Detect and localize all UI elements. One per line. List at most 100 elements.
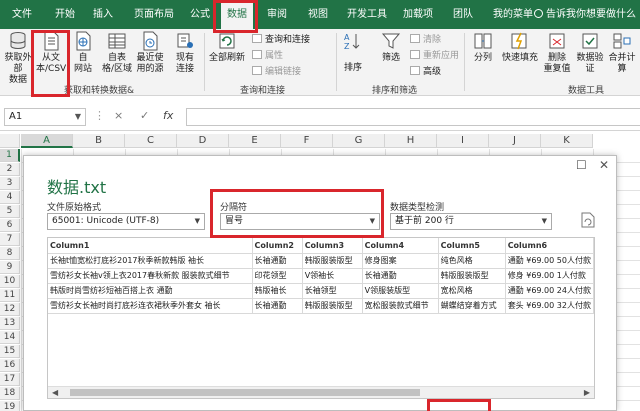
tab-data[interactable]: 数据 (221, 3, 253, 29)
refresh-preview-icon[interactable] (581, 212, 595, 228)
tab-addins[interactable]: 加载项 (403, 0, 433, 29)
scroll-left-icon[interactable]: ◀ (52, 387, 58, 398)
reapply-label: 重新应用 (423, 51, 460, 61)
remove-duplicates-button[interactable]: 删除 重复值 (542, 31, 572, 75)
row-header[interactable]: 6 (0, 219, 20, 232)
tab-formulas[interactable]: 公式 (190, 0, 210, 29)
tell-me-text: 告诉我你想要做什么 (546, 9, 636, 20)
row-header[interactable]: 15 (0, 345, 20, 358)
insert-function-button[interactable]: fx (163, 109, 173, 122)
existing-connections-label2: 连接 (175, 64, 194, 74)
tab-team[interactable]: 团队 (453, 0, 473, 29)
from-web-label2: 网站 (73, 64, 92, 74)
name-box[interactable]: A1 ▼ (4, 108, 86, 126)
close-icon[interactable]: ✕ (599, 158, 609, 172)
row-header[interactable]: 13 (0, 317, 20, 330)
group-separator (464, 33, 465, 91)
column-header[interactable]: J (489, 134, 541, 148)
row-header[interactable]: 1 (0, 149, 20, 162)
row-header[interactable]: 8 (0, 247, 20, 260)
column-header[interactable]: C (125, 134, 177, 148)
get-external-data-button[interactable]: 获取外部 数据 (3, 31, 33, 86)
maximize-icon[interactable]: ☐ (576, 158, 587, 172)
clear-button[interactable]: 清除 (410, 34, 441, 46)
get-external-label2: 数据 (8, 75, 27, 85)
tab-review[interactable]: 审阅 (267, 0, 287, 29)
column-header[interactable]: E (229, 134, 281, 148)
file-origin-select[interactable]: 65001: Unicode (UTF-8) ▼ (47, 213, 205, 230)
import-text-dialog: ☐ ✕ 数据.txt 文件原始格式 65001: Unicode (UTF-8)… (23, 155, 617, 411)
recent-sources-button[interactable]: 最近使 用的源 (135, 31, 165, 75)
column-header[interactable]: A (21, 134, 73, 148)
row-header[interactable]: 9 (0, 261, 20, 274)
tab-page-layout[interactable]: 页面布局 (134, 0, 174, 29)
column-header[interactable]: H (385, 134, 437, 148)
text-to-columns-button[interactable]: 分列 (468, 31, 498, 64)
tell-me-box[interactable]: 告诉我你想要做什么 (534, 0, 636, 29)
recent-sources-label1: 最近使 (136, 53, 164, 63)
scrollbar-thumb[interactable] (70, 389, 420, 396)
tab-my-menu[interactable]: 我的菜单 (493, 0, 533, 29)
preview-cell: 宽松风格 (438, 283, 506, 299)
horizontal-scrollbar[interactable]: ◀ ▶ (48, 386, 594, 398)
formula-input[interactable] (186, 108, 640, 126)
data-validation-button[interactable]: 数据验 证 (574, 31, 606, 75)
row-header[interactable]: 2 (0, 163, 20, 176)
from-web-button[interactable]: 自 网站 (70, 31, 96, 75)
type-detection-value: 基于前 200 行 (395, 216, 454, 226)
row-header[interactable]: 17 (0, 373, 20, 386)
sort-label: 排序 (343, 63, 362, 73)
queries-connections-button[interactable]: 查询和连接 (252, 34, 310, 46)
consolidate-button[interactable]: 合并计 算 (606, 31, 638, 75)
column-header[interactable]: I (437, 134, 489, 148)
row-header[interactable]: 16 (0, 359, 20, 372)
tab-view[interactable]: 视图 (308, 0, 328, 29)
tab-developer[interactable]: 开发工具 (347, 0, 387, 29)
row-header[interactable]: 14 (0, 331, 20, 344)
split-columns-icon (474, 33, 492, 49)
sort-az-button[interactable]: AZ (340, 31, 364, 53)
reapply-button[interactable]: 重新应用 (410, 50, 459, 62)
refresh-all-button[interactable]: 全部刷新 (208, 31, 246, 64)
edit-links-button[interactable]: 编辑链接 (252, 66, 301, 78)
tab-insert[interactable]: 插入 (93, 0, 113, 29)
row-header[interactable]: 7 (0, 233, 20, 246)
consolidate-label2: 算 (617, 64, 627, 74)
row-header[interactable]: 11 (0, 289, 20, 302)
from-text-csv-button[interactable]: 从文 本/CSV (36, 31, 66, 75)
row-header[interactable]: 12 (0, 303, 20, 316)
row-header[interactable]: 3 (0, 177, 20, 190)
row-header[interactable]: 19 (0, 401, 20, 411)
type-detection-select[interactable]: 基于前 200 行 ▼ (390, 213, 552, 230)
flash-fill-button[interactable]: 快速填充 (500, 31, 540, 64)
row-header[interactable]: 4 (0, 191, 20, 204)
text-file-icon (44, 31, 59, 51)
filter-button[interactable]: 筛选 (376, 31, 406, 64)
column-header[interactable]: G (333, 134, 385, 148)
properties-label: 属性 (265, 51, 284, 61)
column-header[interactable]: K (541, 134, 593, 148)
delimiter-select[interactable]: 冒号 ▼ (220, 213, 380, 230)
from-table-button[interactable]: 自表 格/区域 (100, 31, 134, 75)
scroll-right-icon[interactable]: ▶ (584, 387, 590, 398)
existing-connections-button[interactable]: 现有 连接 (170, 31, 200, 75)
properties-button[interactable]: 属性 (252, 50, 283, 62)
column-header[interactable]: F (281, 134, 333, 148)
select-all-corner[interactable] (0, 134, 20, 148)
preview-cell: 雪纺衫女长袖v领上衣2017春秋新款 服装款式细节 (48, 268, 253, 284)
column-header[interactable]: D (177, 134, 229, 148)
from-text-label1: 从文 (41, 53, 60, 63)
row-header[interactable]: 18 (0, 387, 20, 400)
tab-home[interactable]: 开始 (55, 0, 75, 29)
tab-file[interactable]: 文件 (12, 0, 32, 29)
chevron-down-icon[interactable]: ▼ (75, 109, 81, 125)
row-header[interactable]: 5 (0, 205, 20, 218)
data-preview: Column1 Column2 Column3 Column4 Column5 Colum… (47, 237, 595, 399)
enter-formula-button[interactable]: ✓ (140, 109, 149, 122)
row-header[interactable]: 10 (0, 275, 20, 288)
sort-button[interactable]: 排序 (340, 63, 366, 74)
cancel-formula-button[interactable]: × (114, 109, 123, 122)
column-header[interactable]: B (73, 134, 125, 148)
preview-cell: V领服装版型 (362, 283, 439, 299)
advanced-button[interactable]: 高级 (410, 66, 441, 78)
